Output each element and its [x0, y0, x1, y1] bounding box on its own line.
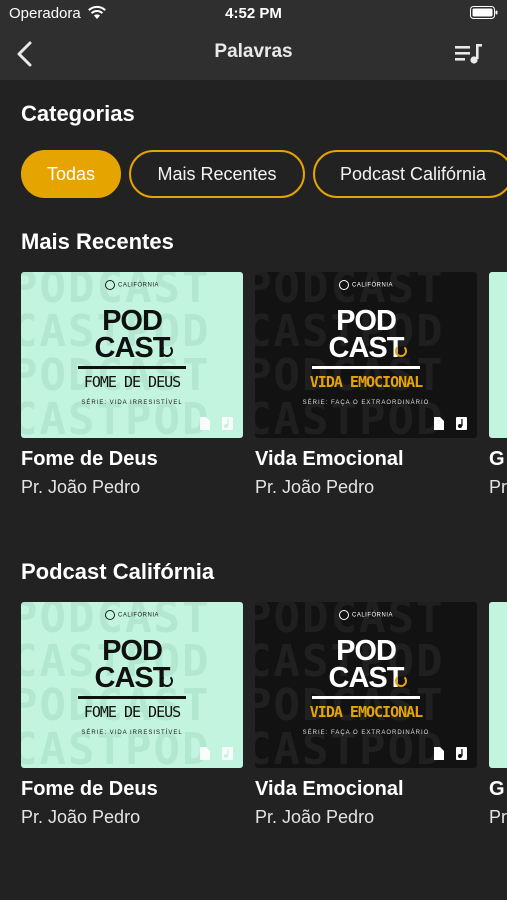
category-chips: Todas Mais Recentes Podcast Califórnia: [21, 150, 507, 198]
episode-card[interactable]: G Pr: [489, 272, 507, 498]
chip-todas[interactable]: Todas: [21, 150, 121, 198]
brand-logo: CALIFÓRNIA: [21, 610, 243, 620]
card-title: Vida Emocional: [255, 448, 404, 470]
podcast-word: POD: [102, 305, 163, 337]
status-bar: Operadora 4:52 PM: [0, 0, 507, 28]
status-time: 4:52 PM: [225, 5, 282, 22]
nav-bar: Palavras: [0, 28, 507, 80]
card-speaker: Pr. João Pedro: [255, 477, 375, 497]
episode-card[interactable]: G Pr: [489, 602, 507, 828]
episode-thumbnail: [489, 272, 507, 438]
podcast-word: CAST: [328, 662, 405, 694]
document-icon: [434, 747, 444, 760]
podcast-word: CAST: [328, 332, 405, 364]
thumb-episode-title: VIDA EMOCIONAL: [309, 373, 423, 391]
thumb-divider: [312, 366, 420, 369]
card-speaker: Pr: [489, 807, 507, 827]
podcast-ring-icon: [161, 345, 173, 357]
thumb-series-line: SÉRIE: FAÇA O EXTRAORDINÁRIO: [302, 730, 430, 736]
card-speaker: Pr. João Pedro: [255, 807, 375, 827]
categories-heading: Categorias: [21, 101, 135, 126]
chip-label: Mais Recentes: [157, 163, 277, 184]
thumb-series-line: SÉRIE: FAÇA O EXTRAORDINÁRIO: [302, 400, 430, 406]
podcast-ring-icon: [395, 345, 407, 357]
card-title: Fome de Deus: [21, 778, 158, 800]
podcast-word: POD: [102, 635, 163, 667]
thumb-series-line: SÉRIE: VIDA IRRESISTÍVEL: [81, 730, 183, 736]
episode-card[interactable]: PODCAST CASTPOD PODCAST CASTPOD CALIFÓRN…: [21, 272, 243, 498]
page-title: Palavras: [214, 41, 293, 62]
playlist-icon[interactable]: [455, 43, 483, 65]
episode-card[interactable]: PODCAST CASTPOD PODCAST CASTPOD CALIFÓRN…: [255, 272, 477, 498]
document-icon: [200, 417, 210, 430]
battery-icon: [470, 6, 498, 19]
podcast-ring-icon: [161, 675, 173, 687]
episode-card[interactable]: PODCAST CASTPOD PODCAST CASTPOD CALIFÓRN…: [255, 602, 477, 828]
brand-logo: CALIFÓRNIA: [21, 280, 243, 290]
document-icon: [200, 747, 210, 760]
card-title: Fome de Deus: [21, 448, 158, 470]
podcast-word: CAST: [94, 662, 171, 694]
document-icon: [434, 417, 444, 430]
thumb-divider: [78, 696, 186, 699]
episode-thumbnail: PODCAST CASTPOD PODCAST CASTPOD CALIFÓRN…: [21, 272, 243, 438]
brand-logo: CALIFÓRNIA: [255, 610, 477, 620]
episode-thumbnail: [489, 602, 507, 768]
media-icons: [199, 417, 233, 430]
card-row-mais-recentes: PODCAST CASTPOD PODCAST CASTPOD CALIFÓRN…: [0, 272, 507, 512]
thumb-episode-title: FOME DE DEUS: [83, 373, 181, 391]
podcast-word: POD: [336, 305, 397, 337]
episode-thumbnail: PODCAST CASTPOD PODCAST CASTPOD CALIFÓRN…: [255, 272, 477, 438]
chip-mais-recentes[interactable]: Mais Recentes: [129, 150, 305, 198]
episode-thumbnail: PODCAST CASTPOD PODCAST CASTPOD CALIFÓRN…: [255, 602, 477, 768]
card-row-podcast-california: PODCAST CASTPOD PODCAST CASTPOD CALIFÓRN…: [0, 602, 507, 842]
thumb-divider: [312, 696, 420, 699]
card-speaker: Pr. João Pedro: [21, 807, 141, 827]
podcast-word: POD: [336, 635, 397, 667]
chip-label: Podcast Califórnia: [339, 163, 487, 184]
music-note-icon: [222, 417, 233, 430]
music-note-icon: [456, 747, 467, 760]
thumb-divider: [78, 366, 186, 369]
podcast-ring-icon: [395, 675, 407, 687]
media-icons: [433, 747, 467, 760]
chip-podcast-california[interactable]: Podcast Califórnia: [313, 150, 507, 198]
card-speaker: Pr. João Pedro: [21, 477, 141, 497]
thumb-series-line: SÉRIE: VIDA IRRESISTÍVEL: [81, 400, 183, 406]
section-heading-podcast-california: Podcast Califórnia: [21, 559, 215, 584]
chip-label: Todas: [46, 163, 96, 184]
card-speaker: Pr: [489, 477, 507, 497]
music-note-icon: [222, 747, 233, 760]
media-icons: [433, 417, 467, 430]
card-title: G: [489, 778, 505, 800]
episode-card[interactable]: PODCAST CASTPOD PODCAST CASTPOD CALIFÓRN…: [21, 602, 243, 828]
thumb-episode-title: VIDA EMOCIONAL: [309, 703, 423, 721]
card-title: G: [489, 448, 505, 470]
media-icons: [199, 747, 233, 760]
card-title: Vida Emocional: [255, 778, 404, 800]
section-heading-mais-recentes: Mais Recentes: [21, 229, 174, 254]
podcast-word: CAST: [94, 332, 171, 364]
brand-logo: CALIFÓRNIA: [255, 280, 477, 290]
thumb-episode-title: FOME DE DEUS: [83, 703, 181, 721]
episode-thumbnail: PODCAST CASTPOD PODCAST CASTPOD CALIFÓRN…: [21, 602, 243, 768]
music-note-icon: [456, 417, 467, 430]
